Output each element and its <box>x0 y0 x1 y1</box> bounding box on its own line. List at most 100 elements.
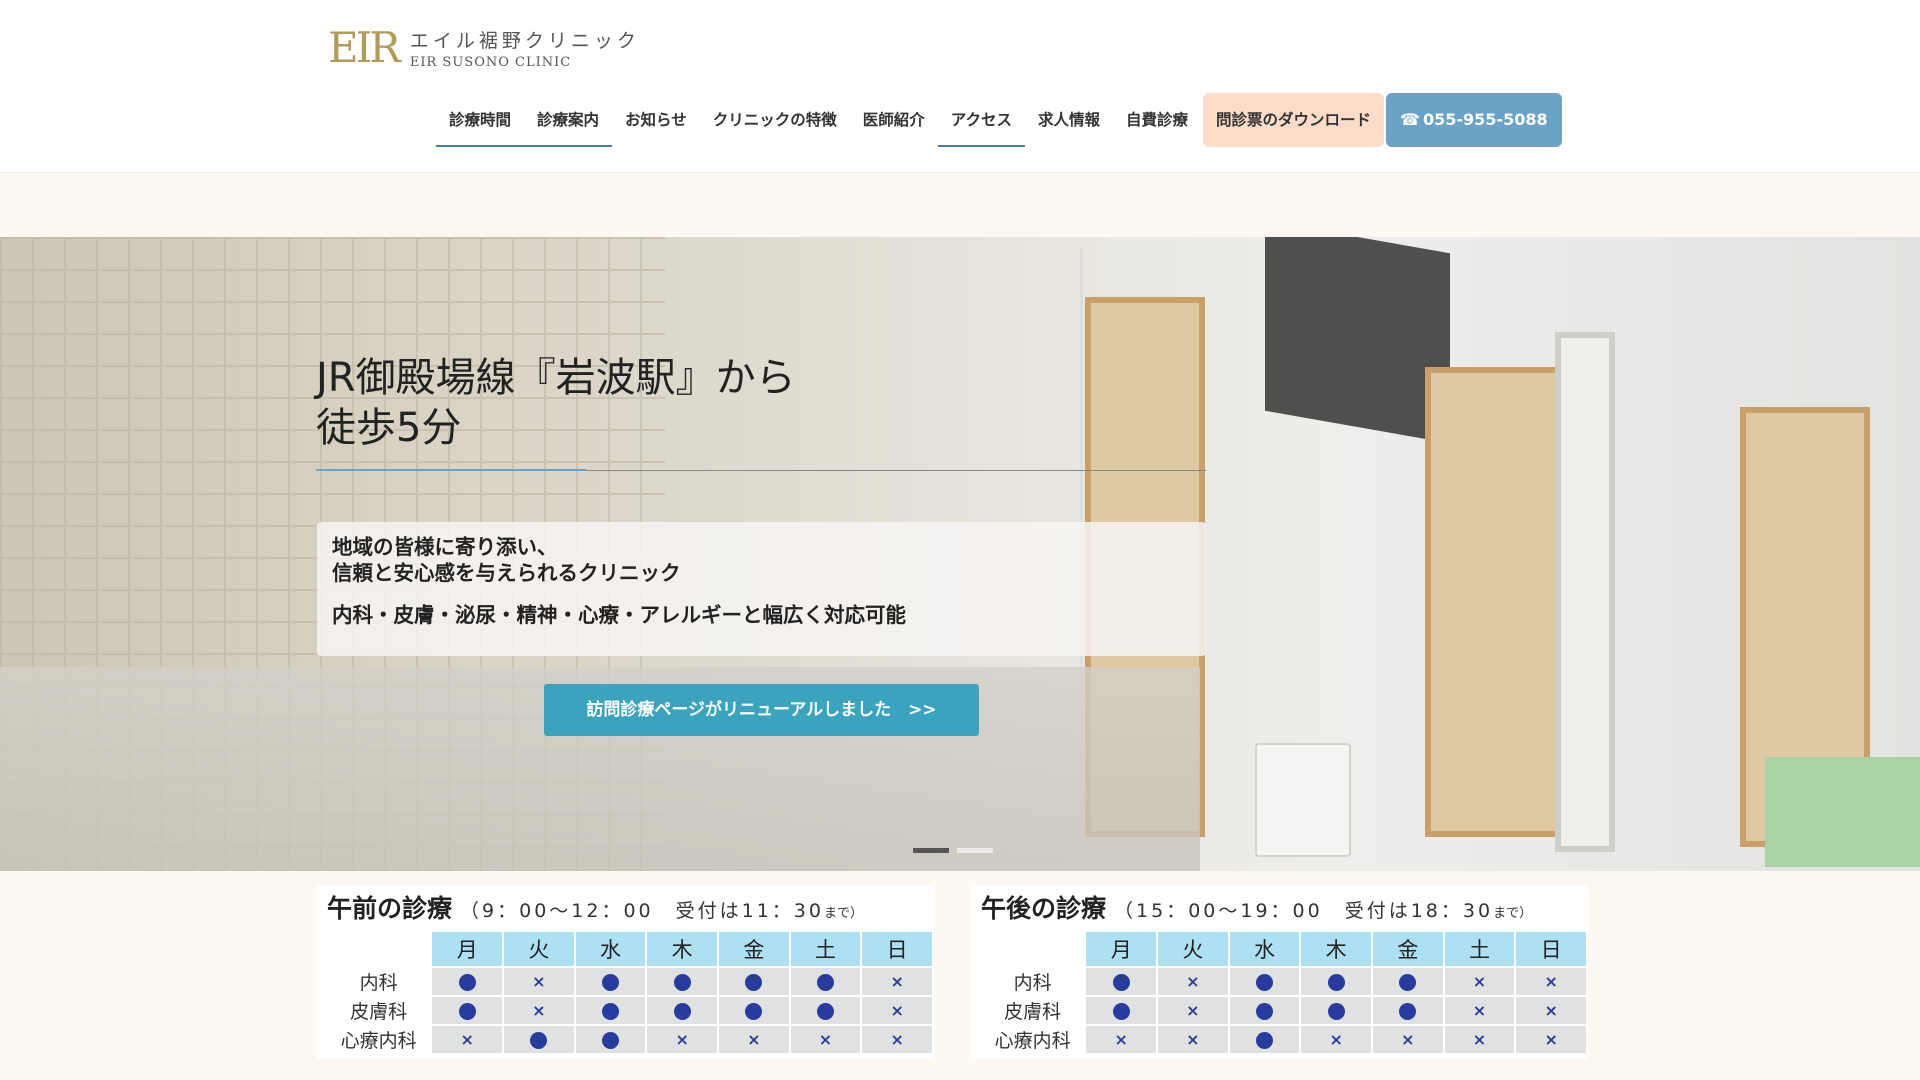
hero-desc-line1: 地域の皆様に寄り添い、 <box>332 535 558 559</box>
hero-title: JR御殿場線『岩波駅』から 徒歩5分 <box>316 353 796 453</box>
schedule-title: 午前の診療 <box>327 894 453 923</box>
nav-item[interactable]: 自費診療 <box>1113 93 1201 147</box>
open-dot-icon <box>673 974 691 991</box>
clinic-name-jp: エイル裾野クリニック <box>409 30 640 52</box>
nav-item[interactable]: 診療時間 <box>436 93 525 147</box>
open-dot-icon <box>1399 1003 1417 1020</box>
closed-x-icon: × <box>532 1001 546 1020</box>
open-dot-icon <box>745 974 763 991</box>
day-header: 日 <box>1516 932 1586 966</box>
closed-x-icon: × <box>1544 1030 1558 1049</box>
open-dot-icon <box>1327 1003 1345 1020</box>
open-dot-icon <box>816 1003 834 1020</box>
day-header: 木 <box>647 932 717 966</box>
schedule-cell <box>432 997 503 1024</box>
closed-x-icon: × <box>1544 1001 1558 1020</box>
schedule-row: 心療内科 × × × × × × <box>981 1026 1586 1053</box>
closed-x-icon: × <box>1186 972 1200 991</box>
day-header: 土 <box>790 932 861 966</box>
day-header: 金 <box>1373 932 1443 966</box>
schedule-row: 内科 × × <box>327 968 932 995</box>
schedule-cell: × <box>1158 1026 1228 1053</box>
phone-icon: ☎ <box>1400 110 1420 129</box>
schedule-cell <box>1229 997 1300 1024</box>
schedule-cell <box>575 1026 646 1053</box>
day-header: 木 <box>1301 932 1371 966</box>
day-header: 水 <box>1229 932 1300 966</box>
schedule-cell: × <box>1373 1026 1443 1053</box>
schedule-note: まで） <box>1493 906 1533 921</box>
main-nav: 診療時間 診療案内 お知らせ クリニックの特徴 医師紹介 アクセス 求人情報 自費診療 問診票の… <box>436 93 1562 147</box>
nav-item[interactable]: お知らせ <box>612 93 700 147</box>
clinic-logo[interactable]: EIR エイル裾野クリニック EIR SUSONO CLINIC <box>328 23 640 72</box>
day-header: 日 <box>862 932 932 966</box>
closed-x-icon: × <box>532 972 546 991</box>
closed-x-icon: × <box>460 1030 474 1049</box>
nav-item[interactable]: 医師紹介 <box>850 93 938 147</box>
schedule-cell <box>504 1026 574 1053</box>
open-dot-icon <box>1399 974 1417 991</box>
schedule-cell: × <box>719 1026 789 1053</box>
open-dot-icon <box>602 974 620 991</box>
nav-item[interactable]: アクセス <box>937 93 1025 147</box>
schedule-cell <box>1301 997 1371 1024</box>
schedule-cell: × <box>1444 997 1515 1024</box>
home-visit-button[interactable]: 訪問診療ページがリニューアルしました >> <box>544 684 979 736</box>
schedule-cell: × <box>862 968 932 995</box>
site-header: EIR エイル裾野クリニック EIR SUSONO CLINIC 診療時間 診療案… <box>0 0 1920 173</box>
slider-dot[interactable] <box>913 848 949 853</box>
schedule-cell <box>1373 968 1443 995</box>
hero-photo-sofa <box>1765 757 1920 867</box>
schedule-cell: × <box>1516 1026 1586 1053</box>
schedule-cell: × <box>790 1026 861 1053</box>
open-dot-icon <box>673 1003 691 1020</box>
closed-x-icon: × <box>818 1030 833 1049</box>
day-header: 土 <box>1444 932 1515 966</box>
closed-x-icon: × <box>1186 1001 1200 1020</box>
schedule-cell <box>1086 968 1157 995</box>
nav-item[interactable]: 求人情報 <box>1025 93 1113 147</box>
schedule-cell: × <box>1158 997 1228 1024</box>
schedule-cell <box>1301 968 1371 995</box>
schedule-cell: × <box>1444 1026 1515 1053</box>
schedule-cell <box>647 997 717 1024</box>
phone-button[interactable]: ☎ 055-955-5088 <box>1386 93 1562 147</box>
schedule-cell: × <box>504 968 574 995</box>
schedule-cell <box>647 968 717 995</box>
schedule-cell <box>790 997 861 1024</box>
open-dot-icon <box>602 1032 620 1049</box>
schedule-cell <box>719 997 789 1024</box>
schedule-row: 皮膚科 × × <box>327 997 932 1024</box>
open-dot-icon <box>1256 974 1274 991</box>
schedule-note: まで） <box>824 906 864 921</box>
nav-item[interactable]: 診療案内 <box>524 93 613 147</box>
department-label: 内科 <box>1013 972 1052 994</box>
schedule-row: 皮膚科 × × × <box>981 997 1586 1024</box>
closed-x-icon: × <box>1186 1030 1200 1049</box>
hero-description-box: 地域の皆様に寄り添い、 信頼と安心感を与えられるクリニック 内科・皮膚・泌尿・精… <box>317 522 1206 656</box>
afternoon-schedule: 午後の診療 （15：00〜19：00 受付は18：30まで） 月火水木金土日内科 ×… <box>971 885 1588 1059</box>
schedule-cell <box>719 968 789 995</box>
department-label: 皮膚科 <box>1004 1001 1062 1023</box>
closed-x-icon: × <box>1472 1030 1487 1049</box>
day-header: 月 <box>432 932 503 966</box>
schedule-cell: × <box>1086 1026 1157 1053</box>
hero-desc-line2: 信頼と安心感を与えられるクリニック <box>332 561 681 585</box>
open-dot-icon <box>745 1003 763 1020</box>
hero-photo-bin <box>1255 743 1351 857</box>
logo-mark: EIR <box>328 23 401 72</box>
header-blank <box>327 932 430 966</box>
closed-x-icon: × <box>890 1030 904 1049</box>
schedule-cell <box>1229 1026 1300 1053</box>
questionnaire-download-button[interactable]: 問診票のダウンロード <box>1203 93 1385 147</box>
open-dot-icon <box>1256 1032 1274 1049</box>
closed-x-icon: × <box>1114 1030 1128 1049</box>
open-dot-icon <box>458 974 476 991</box>
morning-schedule: 午前の診療 （9：00〜12：00 受付は11：30まで） 月火水木金土日内科 × ×… <box>317 885 934 1059</box>
schedule-cell: × <box>1516 968 1586 995</box>
day-header: 水 <box>575 932 646 966</box>
schedule-cell: × <box>432 1026 503 1053</box>
slider-dot[interactable] <box>957 848 993 853</box>
nav-item[interactable]: クリニックの特徴 <box>700 93 850 147</box>
closed-x-icon: × <box>890 972 904 991</box>
